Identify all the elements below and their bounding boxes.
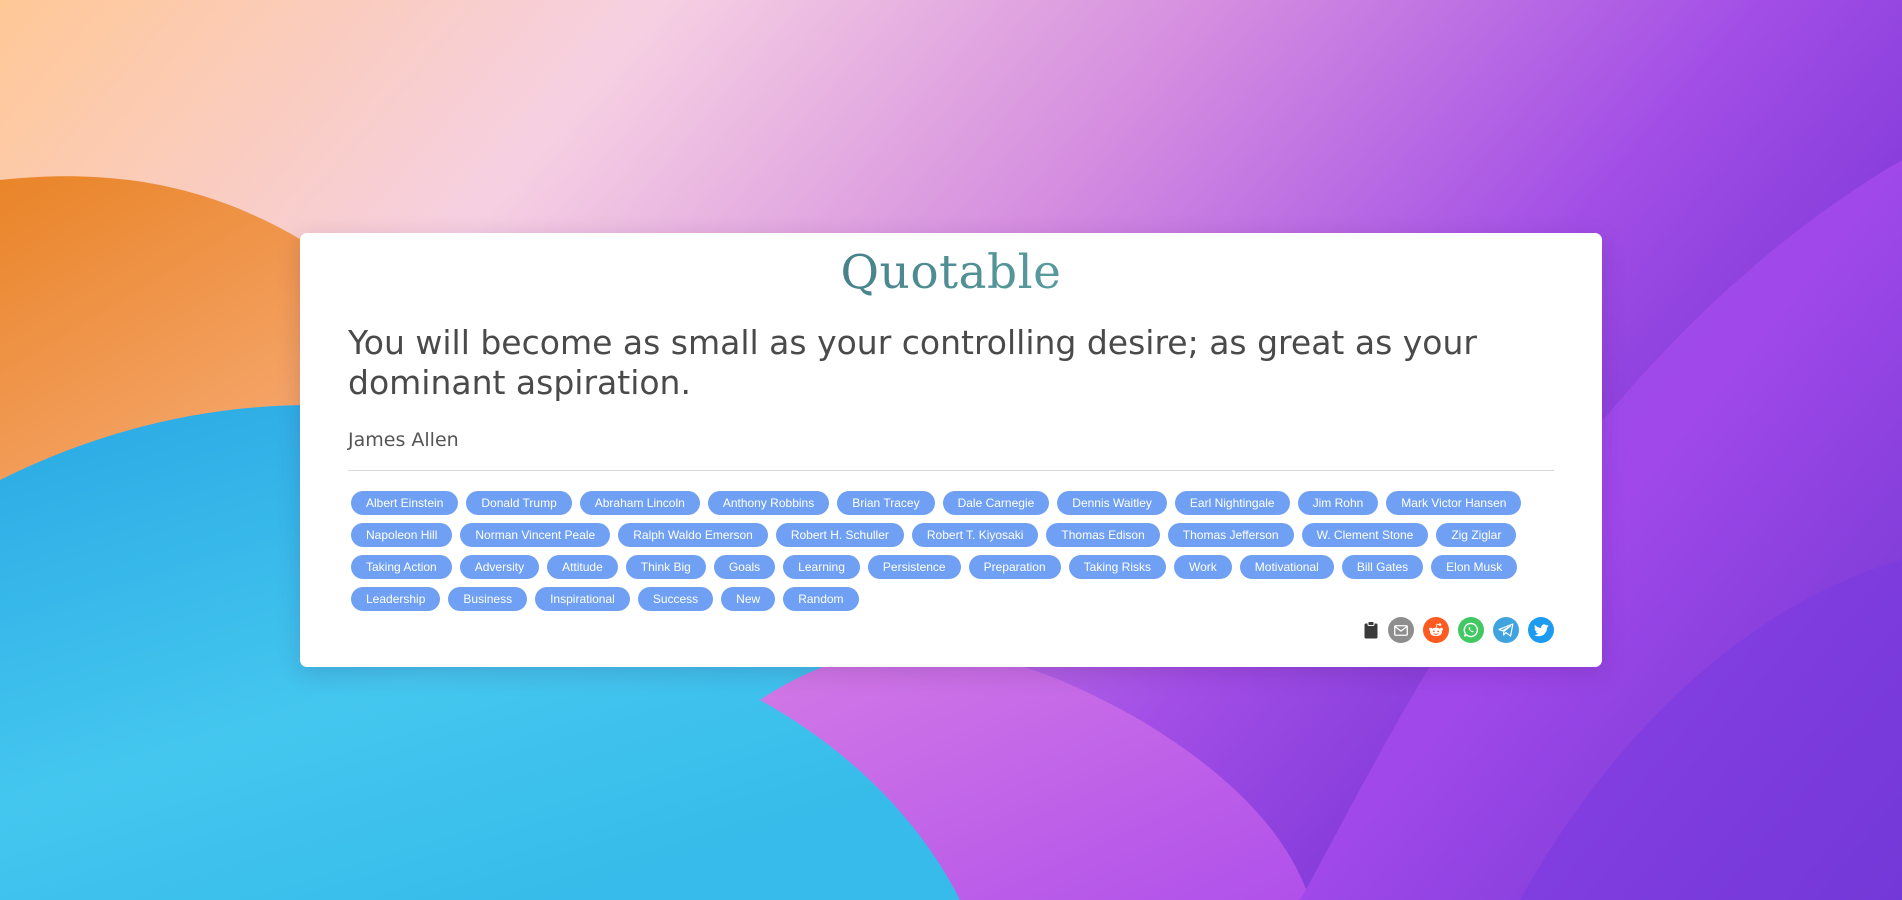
- share-whatsapp-button[interactable]: [1458, 617, 1484, 643]
- tag-jim-rohn[interactable]: Jim Rohn: [1297, 491, 1379, 515]
- tag-norman-vincent-peale[interactable]: Norman Vincent Peale: [460, 523, 611, 547]
- quote-card: Quotable You will become as small as you…: [300, 233, 1602, 667]
- share-bar: [1363, 617, 1554, 643]
- tag-brian-tracey[interactable]: Brian Tracey: [837, 491, 935, 515]
- tag-work[interactable]: Work: [1174, 555, 1232, 579]
- tag-dennis-waitley[interactable]: Dennis Waitley: [1057, 491, 1167, 515]
- divider: [348, 470, 1554, 471]
- app-logo: Quotable: [300, 249, 1602, 296]
- tag-learning[interactable]: Learning: [783, 555, 860, 579]
- whatsapp-icon: [1463, 622, 1479, 638]
- tag-earl-nightingale[interactable]: Earl Nightingale: [1174, 491, 1290, 515]
- twitter-icon: [1533, 623, 1549, 636]
- tag-goals[interactable]: Goals: [713, 555, 776, 579]
- tag-persistence[interactable]: Persistence: [867, 555, 961, 579]
- clipboard-icon: [1364, 621, 1378, 639]
- tag-napoleon-hill[interactable]: Napoleon Hill: [351, 523, 453, 547]
- quote-text: You will become as small as your control…: [348, 323, 1477, 402]
- tag-taking-action[interactable]: Taking Action: [351, 555, 452, 579]
- copy-button[interactable]: [1363, 618, 1379, 642]
- share-twitter-button[interactable]: [1528, 617, 1554, 643]
- tag-preparation[interactable]: Preparation: [968, 555, 1061, 579]
- tag-adversity[interactable]: Adversity: [459, 555, 540, 579]
- share-telegram-button[interactable]: [1493, 617, 1519, 643]
- email-icon: [1394, 624, 1408, 636]
- tag-elon-musk[interactable]: Elon Musk: [1431, 555, 1518, 579]
- tag-inspirational[interactable]: Inspirational: [535, 587, 630, 611]
- quote-author: James Allen: [348, 429, 459, 451]
- tag-robert-h-schuller[interactable]: Robert H. Schuller: [775, 523, 904, 547]
- tag-anthony-robbins[interactable]: Anthony Robbins: [707, 491, 830, 515]
- tag-thomas-edison[interactable]: Thomas Edison: [1046, 523, 1160, 547]
- telegram-icon: [1498, 623, 1514, 637]
- tag-business[interactable]: Business: [448, 587, 528, 611]
- tag-random[interactable]: Random: [783, 587, 859, 611]
- tag-albert-einstein[interactable]: Albert Einstein: [351, 491, 459, 515]
- tag-donald-trump[interactable]: Donald Trump: [466, 491, 572, 515]
- tag-taking-risks[interactable]: Taking Risks: [1068, 555, 1166, 579]
- tag-mark-victor-hansen[interactable]: Mark Victor Hansen: [1386, 491, 1522, 515]
- share-email-button[interactable]: [1388, 617, 1414, 643]
- tag-success[interactable]: Success: [637, 587, 714, 611]
- tag-leadership[interactable]: Leadership: [351, 587, 441, 611]
- tag-dale-carnegie[interactable]: Dale Carnegie: [942, 491, 1050, 515]
- tag-abraham-lincoln[interactable]: Abraham Lincoln: [579, 491, 700, 515]
- share-reddit-button[interactable]: [1423, 617, 1449, 643]
- tag-attitude[interactable]: Attitude: [547, 555, 618, 579]
- tag-w-clement-stone[interactable]: W. Clement Stone: [1301, 523, 1429, 547]
- tag-thomas-jefferson[interactable]: Thomas Jefferson: [1167, 523, 1294, 547]
- tag-think-big[interactable]: Think Big: [625, 555, 706, 579]
- tag-list: Albert Einstein Donald Trump Abraham Lin…: [351, 491, 1561, 611]
- tag-new[interactable]: New: [721, 587, 776, 611]
- tag-motivational[interactable]: Motivational: [1239, 555, 1334, 579]
- reddit-icon: [1429, 623, 1443, 637]
- tag-robert-t-kiyosaki[interactable]: Robert T. Kiyosaki: [911, 523, 1039, 547]
- tag-bill-gates[interactable]: Bill Gates: [1341, 555, 1424, 579]
- tag-ralph-waldo-emerson[interactable]: Ralph Waldo Emerson: [618, 523, 768, 547]
- tag-zig-ziglar[interactable]: Zig Ziglar: [1436, 523, 1517, 547]
